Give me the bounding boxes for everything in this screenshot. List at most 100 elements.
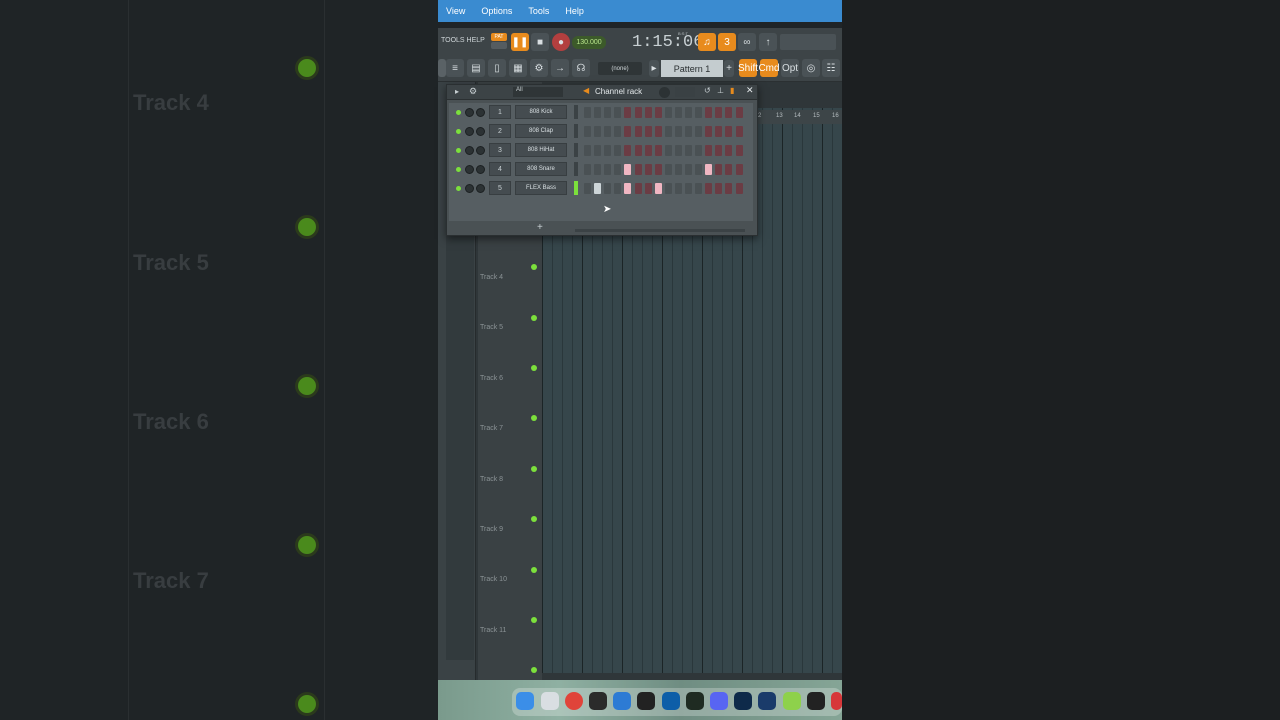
- arrow-right-icon[interactable]: →: [551, 59, 569, 77]
- step-sequencer-icon[interactable]: ▮: [730, 86, 734, 95]
- step-button[interactable]: [604, 126, 612, 137]
- step-button[interactable]: [664, 145, 672, 156]
- channel-number[interactable]: 1: [489, 105, 511, 119]
- track-mute-led[interactable]: [531, 365, 537, 371]
- channel-volume-knob[interactable]: [476, 127, 485, 136]
- channel-mute-led[interactable]: [456, 186, 461, 191]
- track-mute-led[interactable]: [531, 567, 537, 573]
- step-button[interactable]: [624, 164, 632, 175]
- graph-editor-icon[interactable]: ⊥: [717, 86, 724, 95]
- step-button[interactable]: [594, 126, 602, 137]
- photoshop-alt-icon[interactable]: [758, 692, 776, 710]
- metronome-button[interactable]: ♫: [698, 33, 716, 51]
- finder-icon[interactable]: [516, 692, 534, 710]
- microphone-icon[interactable]: ☊: [572, 59, 590, 77]
- step-button[interactable]: [624, 126, 632, 137]
- group-filter-select[interactable]: All: [513, 87, 563, 97]
- master-pitch-slider[interactable]: [780, 34, 836, 50]
- toolbar-grip-icon[interactable]: [438, 59, 446, 77]
- menu-options[interactable]: Options: [481, 6, 512, 16]
- step-button[interactable]: [705, 164, 713, 175]
- step-button[interactable]: [725, 145, 733, 156]
- shop-icon[interactable]: ☷: [822, 59, 840, 77]
- vscode-icon[interactable]: [613, 692, 631, 710]
- step-button[interactable]: [685, 126, 692, 137]
- channel-mute-led[interactable]: [456, 129, 461, 134]
- add-channel-button[interactable]: +: [537, 222, 543, 233]
- channel-volume-knob[interactable]: [476, 184, 485, 193]
- playlist-ruler[interactable]: 2 13 14 15 16: [758, 110, 842, 124]
- step-button[interactable]: [644, 126, 652, 137]
- track-mute-led[interactable]: [531, 264, 537, 270]
- step-button[interactable]: [604, 145, 612, 156]
- wait-button[interactable]: ∞: [738, 33, 756, 51]
- step-button[interactable]: [685, 107, 692, 118]
- none-select[interactable]: (none): [598, 62, 642, 75]
- step-button[interactable]: [705, 183, 713, 194]
- xcode-icon[interactable]: [662, 692, 680, 710]
- playlist-track-label[interactable]: Track 5: [480, 324, 503, 331]
- step-button[interactable]: [604, 107, 612, 118]
- step-button[interactable]: [634, 164, 642, 175]
- step-button[interactable]: [664, 183, 672, 194]
- step-button[interactable]: [715, 107, 723, 118]
- channel-pan-knob[interactable]: [465, 184, 474, 193]
- discord-icon[interactable]: [710, 692, 728, 710]
- rack-menu-arrow-icon[interactable]: ▸: [455, 87, 459, 96]
- step-button[interactable]: [594, 145, 602, 156]
- step-button[interactable]: [594, 107, 602, 118]
- step-button[interactable]: [735, 164, 743, 175]
- channel-name-button[interactable]: 808 Clap: [515, 124, 567, 138]
- step-button[interactable]: [644, 183, 652, 194]
- step-button[interactable]: [654, 126, 662, 137]
- step-button[interactable]: [594, 183, 602, 194]
- channel-number[interactable]: 3: [489, 143, 511, 157]
- step-button[interactable]: [715, 126, 723, 137]
- step-button[interactable]: [725, 107, 733, 118]
- swing-icon[interactable]: ⚙: [469, 86, 477, 97]
- pause-button[interactable]: ❚❚: [511, 33, 529, 51]
- step-button[interactable]: [695, 183, 703, 194]
- step-button[interactable]: [674, 107, 682, 118]
- step-button[interactable]: [735, 183, 743, 194]
- step-button[interactable]: [685, 164, 692, 175]
- activity-monitor-icon[interactable]: [686, 692, 704, 710]
- step-button[interactable]: [725, 126, 733, 137]
- step-button[interactable]: [614, 145, 622, 156]
- step-button[interactable]: [634, 126, 642, 137]
- channel-name-button[interactable]: FLEX Bass: [515, 181, 567, 195]
- channel-mute-led[interactable]: [456, 110, 461, 115]
- channel-select-indicator[interactable]: [574, 162, 578, 176]
- playlist-track-label[interactable]: Track 8: [480, 476, 503, 483]
- step-button[interactable]: [674, 126, 682, 137]
- track-mute-led[interactable]: [531, 315, 537, 321]
- channel-mute-led[interactable]: [456, 167, 461, 172]
- tempo-display[interactable]: 130.000: [572, 36, 606, 49]
- channel-volume-knob[interactable]: [476, 165, 485, 174]
- step-button[interactable]: [664, 164, 672, 175]
- step-button[interactable]: [735, 126, 743, 137]
- track-mute-led[interactable]: [531, 415, 537, 421]
- step-button[interactable]: [644, 164, 652, 175]
- step-button[interactable]: [624, 107, 632, 118]
- channel-number[interactable]: 4: [489, 162, 511, 176]
- app-edge-icon[interactable]: [831, 692, 842, 710]
- pattern-prev-button[interactable]: ▸: [649, 60, 659, 77]
- channel-volume-knob[interactable]: [476, 146, 485, 155]
- step-button[interactable]: [584, 145, 591, 156]
- step-button[interactable]: [654, 183, 662, 194]
- step-button[interactable]: [624, 145, 632, 156]
- step-button[interactable]: [735, 145, 743, 156]
- step-button[interactable]: [604, 164, 612, 175]
- pattern-selector[interactable]: Pattern 1: [661, 60, 723, 77]
- cmd-modifier-button[interactable]: Cmd: [758, 59, 780, 77]
- app-icon[interactable]: [589, 692, 607, 710]
- photoshop-icon[interactable]: [734, 692, 752, 710]
- playlist-track-label[interactable]: Track 4: [480, 274, 503, 281]
- step-button[interactable]: [594, 164, 602, 175]
- step-button[interactable]: [674, 145, 682, 156]
- add-pattern-button[interactable]: +: [724, 60, 734, 77]
- step-button[interactable]: [735, 107, 743, 118]
- channel-name-button[interactable]: 808 Kick: [515, 105, 567, 119]
- mixer-icon[interactable]: ▯: [488, 59, 506, 77]
